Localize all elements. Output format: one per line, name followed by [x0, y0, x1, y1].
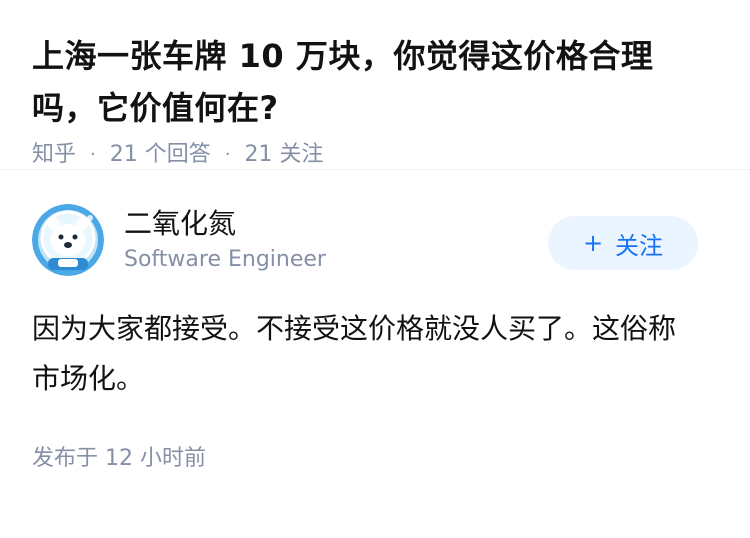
source-label[interactable]: 知乎 — [32, 140, 76, 170]
question-header: 上海一张车牌 10 万块，你觉得这价格合理吗，它价值何在? 知乎 · 21 个回… — [0, 0, 750, 170]
answer-content: 因为大家都接受。不接受这价格就没人买了。这俗称市场化。 — [32, 312, 677, 395]
answers-count[interactable]: 21 个回答 — [110, 140, 211, 170]
question-title[interactable]: 上海一张车牌 10 万块，你觉得这价格合理吗，它价值何在? — [32, 30, 718, 134]
question-meta: 知乎 · 21 个回答 · 21 关注 — [32, 140, 718, 170]
answer-card: 二氧化氮 Software Engineer + 关注 因为大家都接受。不接受这… — [0, 170, 750, 474]
plus-icon: + — [582, 229, 604, 257]
follow-button[interactable]: + 关注 — [548, 216, 698, 270]
author-headline: Software Engineer — [124, 247, 326, 272]
avatar[interactable] — [32, 204, 104, 276]
publish-time: 发布于 12 小时前 — [32, 446, 206, 471]
author-info: 二氧化氮 Software Engineer — [124, 205, 326, 275]
meta-separator: · — [90, 144, 96, 165]
polar-bear-astronaut-icon — [32, 204, 104, 276]
follow-label: 关注 — [615, 231, 664, 260]
meta-separator: · — [224, 144, 231, 165]
author-name[interactable]: 二氧化氮 — [124, 205, 326, 243]
followers-count: 21 关注 — [244, 142, 324, 167]
